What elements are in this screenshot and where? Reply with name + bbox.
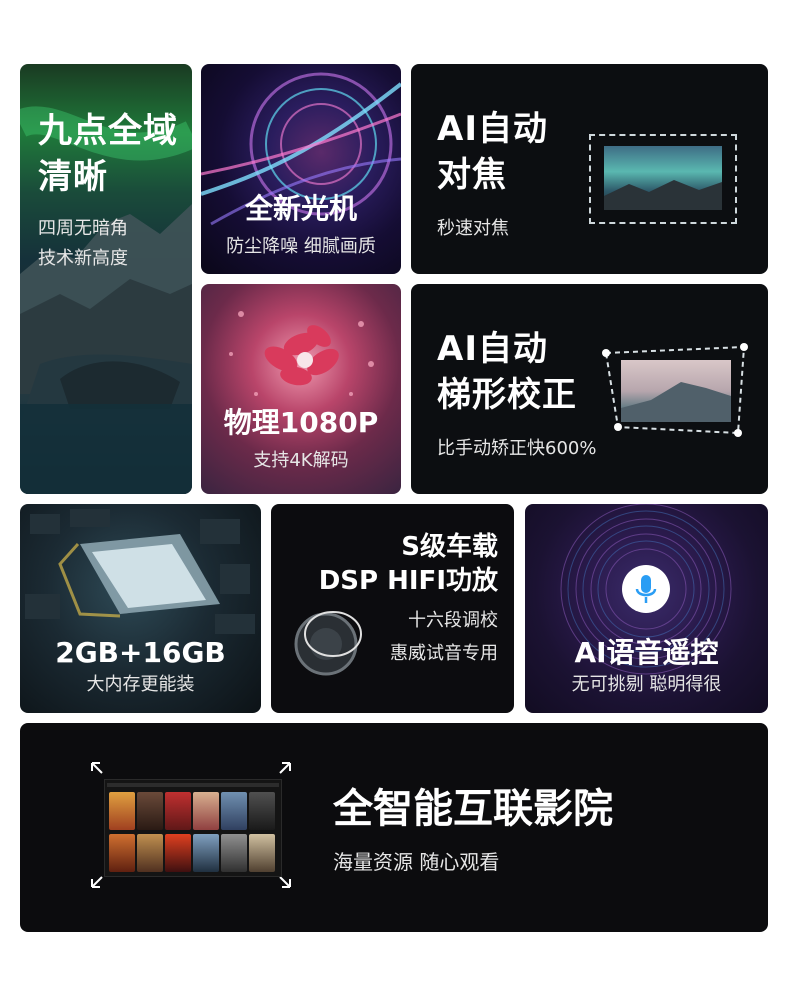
memory-title: 2GB+16GB <box>55 636 226 669</box>
aurora-preview-image <box>604 146 722 210</box>
clarity-card: 九点全域 清晰 四周无暗角 技术新高度 <box>20 64 192 494</box>
movie-poster <box>221 834 247 872</box>
autofocus-title-line1: AI自动 <box>437 109 548 149</box>
smart-cinema-subtitle: 海量资源 随心观看 <box>333 850 500 874</box>
memory-subtitle: 大内存更能装 <box>86 674 195 695</box>
autofocus-title: AI自动 对焦 <box>437 106 548 198</box>
keystone-title: AI自动 梯形校正 <box>437 326 577 418</box>
keystone-title-line1: AI自动 <box>437 329 548 369</box>
speaker-illustration <box>294 611 362 676</box>
mountain-preview-image <box>621 360 731 422</box>
voice-card: AI语音遥控 无可挑剔 聪明得很 <box>525 504 768 713</box>
movie-poster <box>137 834 163 872</box>
library-topbar <box>107 783 279 787</box>
smart-cinema-title: 全智能互联影院 <box>333 786 613 832</box>
resolution-subtitle: 支持4K解码 <box>253 450 349 471</box>
clarity-title-line1: 九点全域 <box>38 111 178 151</box>
keystone-title-line2: 梯形校正 <box>437 375 577 415</box>
movie-poster <box>193 834 219 872</box>
movie-poster <box>221 792 247 830</box>
optics-title: 全新光机 <box>244 192 357 225</box>
movie-poster <box>109 834 135 872</box>
voice-subtitle: 无可挑剔 聪明得很 <box>571 674 722 695</box>
movie-poster <box>249 792 275 830</box>
audio-title: S级车载 DSP HIFI功放 <box>319 530 498 598</box>
resolution-card: 物理1080P 支持4K解码 <box>201 284 401 494</box>
movie-poster <box>137 792 163 830</box>
microphone-icon <box>622 565 670 613</box>
audio-sub-line2: 惠威试音专用 <box>390 643 498 664</box>
audio-card: S级车载 DSP HIFI功放 十六段调校 惠威试音专用 <box>271 504 514 713</box>
movie-poster <box>249 834 275 872</box>
autofocus-subtitle: 秒速对焦 <box>437 218 509 239</box>
resolution-title: 物理1080P <box>223 406 379 439</box>
autofocus-title-line2: 对焦 <box>437 155 507 195</box>
movie-poster <box>165 792 191 830</box>
audio-title-line1: S级车载 <box>401 532 498 562</box>
clarity-sub-line2: 技术新高度 <box>38 248 128 269</box>
clarity-title: 九点全域 清晰 <box>38 108 178 200</box>
clarity-sub-line1: 四周无暗角 <box>38 218 128 239</box>
voice-title: AI语音遥控 <box>574 636 719 669</box>
movie-poster <box>193 792 219 830</box>
clarity-subtitle: 四周无暗角 技术新高度 <box>38 214 128 274</box>
audio-title-line2: DSP HIFI功放 <box>318 566 498 596</box>
optics-card: 全新光机 防尘降噪 细腻画质 <box>201 64 401 274</box>
keystone-subtitle: 比手动矫正快600% <box>437 438 597 459</box>
movie-poster <box>109 792 135 830</box>
optics-subtitle: 防尘降噪 细腻画质 <box>226 236 376 257</box>
movie-poster <box>165 834 191 872</box>
smart-cinema-card: 全智能互联影院 海量资源 随心观看 <box>20 723 768 932</box>
autofocus-card: AI自动 对焦 秒速对焦 <box>411 64 768 274</box>
keystone-card: AI自动 梯形校正 比手动矫正快600% <box>411 284 768 494</box>
audio-subtitle: 十六段调校 惠威试音专用 <box>390 604 498 670</box>
memory-card: 2GB+16GB 大内存更能装 <box>20 504 261 713</box>
movie-library-screen <box>104 779 282 877</box>
clarity-title-line2: 清晰 <box>38 157 108 197</box>
audio-sub-line1: 十六段调校 <box>408 610 498 631</box>
